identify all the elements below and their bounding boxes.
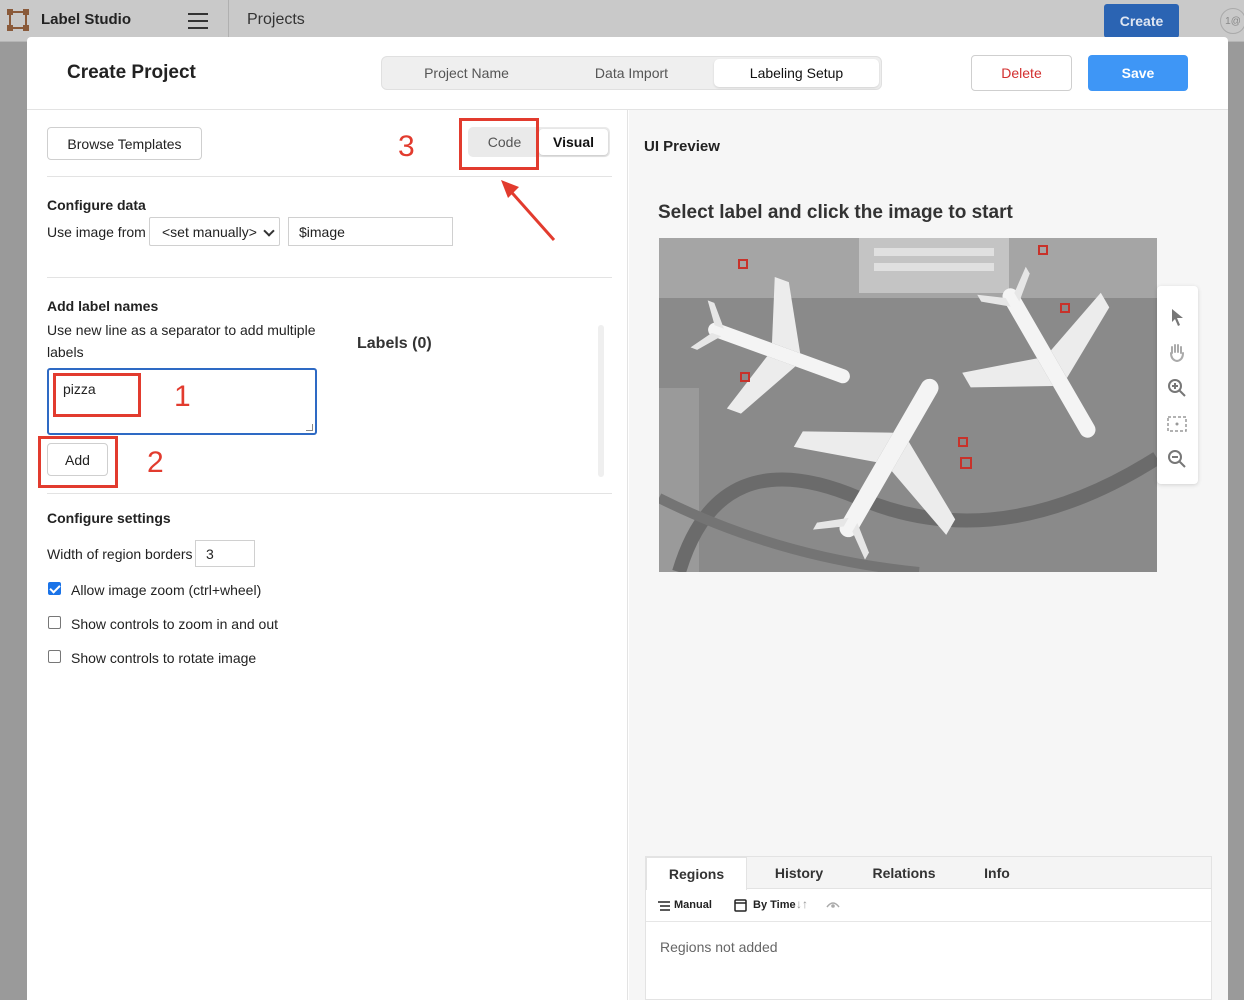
annotation-arrow-icon (501, 180, 556, 241)
aerial-airport-image[interactable] (659, 238, 1157, 572)
add-label-names-title: Add label names (47, 298, 159, 314)
regions-toolbar: Manual By Time ↓↑ (646, 889, 1211, 922)
regions-panel: Regions History Relations Info Manual By… (645, 856, 1212, 1000)
tab-history[interactable]: History (754, 857, 844, 889)
configure-data-title: Configure data (47, 197, 146, 213)
preview-instruction: Select label and click the image to star… (658, 202, 1013, 223)
browse-templates-button[interactable]: Browse Templates (47, 127, 202, 160)
annotation-box-step1 (53, 373, 141, 417)
ui-preview-panel: UI Preview Select label and click the im… (629, 110, 1228, 1000)
annotation-box-step2 (38, 436, 118, 488)
step-labeling-setup[interactable]: Labeling Setup (714, 59, 879, 87)
allow-zoom-label[interactable]: Allow image zoom (ctrl+wheel) (71, 582, 261, 598)
annotation-box-step3 (459, 118, 539, 170)
zoom-controls-checkbox[interactable] (48, 616, 61, 629)
image-variable-input[interactable]: $image (288, 217, 453, 246)
tab-relations[interactable]: Relations (854, 857, 954, 889)
app-bar: Label Studio Projects Create 1@ (0, 0, 1244, 42)
image-source-select[interactable]: <set manually> (149, 217, 280, 246)
zoom-controls-label[interactable]: Show controls to zoom in and out (71, 616, 278, 632)
border-width-label: Width of region borders (47, 546, 193, 562)
create-project-modal: Create Project Project Name Data Import … (27, 37, 1228, 1000)
annotation-number-1: 1 (174, 380, 191, 413)
step-project-name[interactable]: Project Name (384, 59, 549, 87)
use-image-from-label: Use image from (47, 224, 146, 240)
sort-manual-button[interactable]: Manual (674, 899, 712, 911)
modal-header: Create Project Project Name Data Import … (27, 37, 1228, 110)
label-studio-logo-icon[interactable] (7, 9, 29, 31)
avatar[interactable]: 1@ (1220, 8, 1244, 34)
annotation-number-3: 3 (398, 130, 415, 163)
zoom-out-icon[interactable] (1166, 448, 1188, 470)
appbar-divider (228, 0, 229, 42)
labels-scrollbar[interactable] (598, 325, 604, 477)
side-tabs: Regions History Relations Info (646, 857, 1211, 890)
calendar-icon (734, 899, 747, 912)
airport-illustration (659, 238, 1157, 572)
menu-icon[interactable] (188, 13, 208, 29)
list-icon (658, 901, 670, 911)
configure-settings-title: Configure settings (47, 510, 171, 526)
app-brand[interactable]: Label Studio (41, 11, 131, 28)
sort-by-time-button[interactable]: By Time (753, 899, 796, 911)
divider (47, 493, 612, 494)
tab-info[interactable]: Info (964, 857, 1030, 889)
annotation-number-2: 2 (147, 446, 164, 479)
breadcrumb-projects[interactable]: Projects (247, 11, 305, 29)
create-project-button[interactable]: Create (1104, 4, 1179, 38)
modal-title: Create Project (67, 62, 196, 83)
sort-order-icon[interactable]: ↓↑ (796, 897, 808, 911)
add-label-help: Use new line as a separator to add multi… (47, 322, 316, 360)
chevron-down-icon (263, 225, 275, 237)
step-data-import[interactable]: Data Import (549, 59, 714, 87)
delete-button[interactable]: Delete (971, 55, 1072, 91)
zoom-in-icon[interactable] (1166, 377, 1188, 399)
rotate-controls-checkbox[interactable] (48, 650, 61, 663)
rotate-controls-label[interactable]: Show controls to rotate image (71, 650, 256, 666)
visual-mode-button[interactable]: Visual (539, 129, 608, 155)
divider (47, 277, 612, 278)
image-source-value: <set manually> (162, 223, 257, 240)
resize-grip-icon[interactable] (306, 424, 313, 431)
config-panel: Browse Templates Code Visual Configure d… (27, 110, 628, 1000)
hand-icon[interactable] (1166, 341, 1188, 363)
eye-icon[interactable] (826, 900, 840, 910)
preview-title: UI Preview (644, 138, 720, 155)
labels-count-title: Labels (0) (357, 335, 432, 352)
tab-regions[interactable]: Regions (646, 857, 747, 890)
fit-to-screen-icon[interactable] (1166, 413, 1188, 435)
image-toolbar (1157, 286, 1198, 484)
border-width-input[interactable]: 3 (195, 540, 255, 567)
wizard-steps: Project Name Data Import Labeling Setup (381, 56, 882, 90)
pointer-icon[interactable] (1166, 306, 1188, 328)
save-button[interactable]: Save (1088, 55, 1188, 91)
allow-zoom-checkbox[interactable] (48, 582, 61, 595)
regions-empty-text: Regions not added (660, 939, 778, 955)
